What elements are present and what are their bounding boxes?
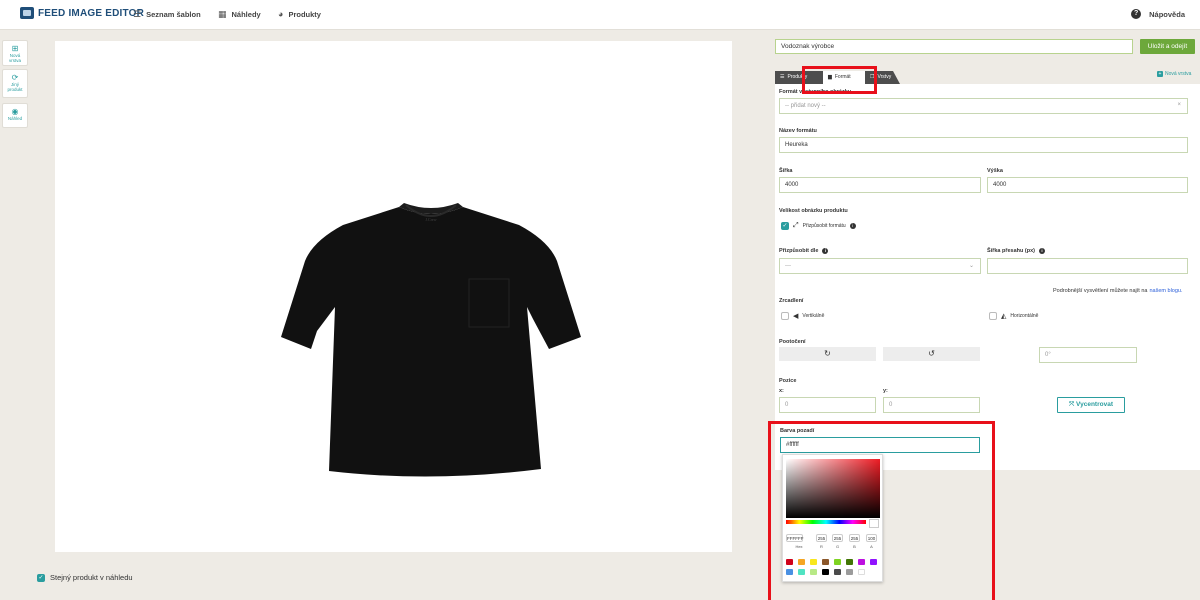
nav-previews-label: Náhledy [231,10,261,19]
resize-icon: ⤢ [793,222,799,229]
products-icon: ◕ [278,9,284,19]
list-icon: ☰ [133,9,142,19]
y-label: y: [883,388,888,394]
mirror-vertical-checkbox[interactable]: ◀ Vertikálně [781,312,824,320]
info-icon[interactable]: i [1039,248,1045,254]
height-input[interactable]: 4000 [987,177,1188,193]
rotation-label: Pootočení [779,339,806,345]
position-label: Pozice [779,378,797,384]
tshirt-image: J.Crew [281,203,581,477]
nav-previews[interactable]: ▦ Náhledy [218,9,261,20]
overflow-width-label: Šířka přesahu (px) [987,248,1035,254]
rotation-input[interactable]: 0° [1039,347,1137,363]
same-product-label: Stejný produkt v náhledu [50,573,133,582]
clear-icon[interactable]: × [1177,102,1181,108]
app-logo[interactable]: FEED IMAGE EDITOR [20,7,144,19]
nav-products[interactable]: ◕ Produkty [278,9,321,19]
fit-format-checkbox[interactable]: ✓ ⤢ Přizpůsobit formátu i [781,222,856,230]
info-icon[interactable]: i [822,248,829,254]
tab-layers-label: Vrstvy [877,74,892,80]
format-select[interactable]: -- přidat nový -- × [779,98,1188,114]
blog-note: Podrobnější vysvětlení můžete najít na n… [1053,288,1183,294]
other-product-tool[interactable]: ⟳ Jiný produkt [2,69,28,98]
y-input[interactable]: 0 [883,397,980,413]
highlight-bg-color [768,421,995,600]
image-editor-icon [20,7,34,19]
checkbox-checked-icon: ✓ [37,573,45,582]
top-bar: FEED IMAGE EDITOR ☰ Seznam šablon ▦ Náhl… [0,0,1200,30]
highlight-format-tab [802,66,877,94]
mirror-vertical-label: Vertikálně [802,313,825,319]
help-link[interactable]: ? Nápověda [1131,9,1185,19]
info-icon[interactable]: i [849,223,856,229]
blog-note-text: Podrobnější vysvětlení můžete najít na [1053,288,1148,294]
flip-vertical-icon: ◀ [793,313,799,320]
new-layer-label: Nová vrstva [1165,71,1192,77]
grid-icon: ▦ [218,9,227,19]
new-layer-link[interactable]: + Nová vrstva [1157,71,1191,77]
refresh-icon: ⟳ [11,73,19,82]
question-icon: ? [1131,9,1142,19]
checkbox-checked-icon: ✓ [781,222,789,230]
nav-template-list[interactable]: ☰ Seznam šablon [133,9,201,20]
plus-icon: + [1157,71,1163,77]
tool-label: produkt [7,87,23,92]
overflow-width-input[interactable] [987,258,1188,274]
blog-link[interactable]: našem blogu. [1149,288,1182,294]
nav-products-label: Produkty [288,9,321,19]
app-title: FEED IMAGE EDITOR [38,7,145,19]
x-input[interactable]: 0 [779,397,876,413]
help-label: Nápověda [1149,9,1185,19]
template-name-input[interactable]: Vodoznak výrobce [775,39,1133,54]
overflow-width-label-row: Šířka přesahu (px) i [987,248,1045,254]
rotate-counterclockwise-button[interactable]: ↺ [883,347,980,361]
nav-template-list-label: Seznam šablon [146,10,201,19]
tool-label: vrstva [8,58,21,63]
svg-text:J.Crew: J.Crew [425,217,436,222]
preview-tool[interactable]: ◉ Náhled [2,103,28,128]
tool-label: Náhled [7,116,23,121]
center-label: Vycentrovat [1076,401,1113,408]
eye-icon: ◉ [11,107,19,116]
checkbox-empty-icon [989,312,997,320]
chevron-down-icon: ⌄ [968,263,974,269]
fit-format-label: Přizpůsobit formátu [802,223,846,229]
same-product-checkbox[interactable]: ✓ Stejný produkt v náhledu [37,573,133,582]
format-name-label: Název formátu [779,128,817,134]
fit-by-value: --- [785,263,791,269]
new-layer-tool[interactable]: ⊞ Nová vrstva [2,40,28,66]
width-label: Šířka [779,168,793,174]
flip-horizontal-icon: ◭ [1001,313,1007,320]
fit-by-label: Přizpůsobit dle [779,248,819,254]
height-label: Výška [987,168,1003,174]
fit-by-label-row: Přizpůsobit dle i [779,248,829,254]
center-button[interactable]: ⤧ Vycentrovat [1057,397,1125,413]
rotate-clockwise-button[interactable]: ↻ [779,347,876,361]
format-select-value: -- přidat nový -- [785,103,826,109]
image-canvas[interactable]: J.Crew [55,41,732,552]
fit-by-select[interactable]: --- ⌄ [779,258,981,274]
rotate-ccw-icon: ↺ [928,349,935,358]
plus-square-icon: ⊞ [11,44,19,53]
center-icon: ⤧ [1069,401,1075,408]
save-and-exit-button[interactable]: Uložit a odejít [1140,39,1195,54]
mirror-horizontal-checkbox[interactable]: ◭ Horizontálně [989,312,1038,320]
checkbox-empty-icon [781,312,789,320]
mirror-horizontal-label: Horizontálně [1010,313,1039,319]
width-input[interactable]: 4000 [779,177,981,193]
mirror-label: Zrcadlení [779,298,804,304]
product-size-label: Velikost obrázku produktu [779,208,848,214]
x-label: x: [779,388,784,394]
format-name-input[interactable]: Heureka [779,137,1188,153]
rotate-cw-icon: ↻ [824,349,831,358]
list-icon: ☰ [780,74,785,80]
